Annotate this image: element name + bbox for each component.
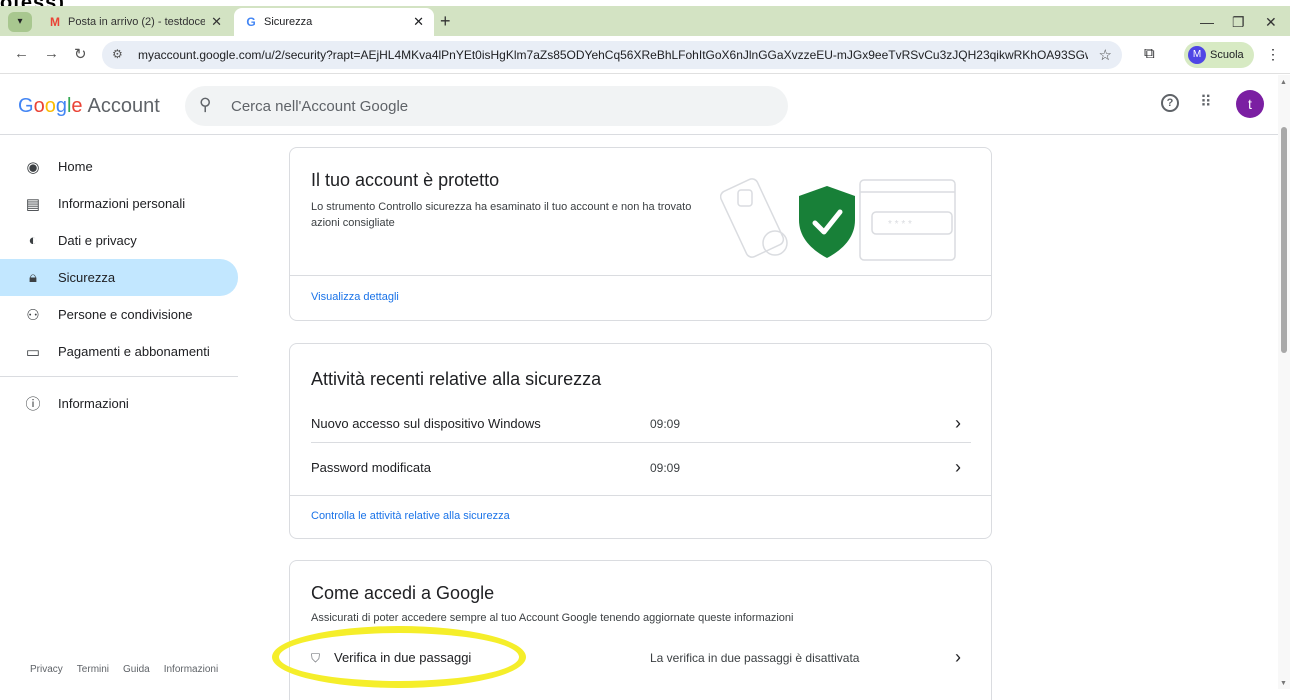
extensions-icon[interactable]: ⧉ [1144, 45, 1155, 62]
sidebar-item-label: Persone e condivisione [58, 307, 193, 322]
sidebar-item-personal-info[interactable]: ▤ Informazioni personali [0, 185, 240, 222]
google-account-header: GoogleAccount ⚲ ? ⠿ t [0, 75, 1278, 135]
tab-title: Sicurezza [264, 16, 313, 28]
people-icon: ⚇ [26, 306, 40, 324]
browser-menu-icon[interactable]: ⋮ [1266, 46, 1280, 63]
chevron-right-icon: › [955, 413, 961, 433]
card-divider [290, 275, 991, 276]
google-account-logo[interactable]: Google Account [18, 95, 160, 118]
sidebar-item-label: Dati e privacy [58, 233, 137, 248]
profile-avatar: M [1188, 46, 1206, 64]
close-tab-icon[interactable]: ✕ [413, 14, 424, 30]
shield-icon: ⛉ [311, 651, 321, 665]
profile-label: Scuola [1210, 49, 1244, 61]
page-scrollbar[interactable]: ▲ ▼ [1278, 75, 1290, 689]
footer-links: Privacy Termini Guida Informazioni [30, 664, 218, 675]
password-mask: * * * * [888, 219, 912, 230]
sidebar-item-security[interactable]: 🔒︎ Sicurezza [0, 259, 238, 296]
tab-search-button[interactable]: ▾ [8, 12, 32, 32]
google-apps-icon[interactable]: ⠿ [1200, 92, 1212, 112]
restore-icon[interactable]: ❐ [1232, 14, 1245, 31]
account-protected-card: Il tuo account è protetto Lo strumento C… [289, 147, 992, 321]
search-input[interactable] [231, 94, 771, 118]
search-icon: ⚲ [199, 95, 212, 114]
sidebar-item-label: Informazioni personali [58, 196, 186, 211]
sidebar-item-label: Home [58, 159, 93, 174]
scroll-down-icon[interactable]: ▼ [1280, 680, 1287, 687]
account-search[interactable]: ⚲ [185, 86, 788, 126]
two-step-label: Verifica in due passaggi [334, 650, 472, 665]
sidebar-item-payments[interactable]: ▭ Pagamenti e abbonamenti [0, 333, 240, 370]
card-divider [290, 495, 991, 496]
info-icon: ⓘ [25, 396, 41, 413]
browser-tab-strip: ▾ M Posta in arrivo (2) - testdocente ✕ … [0, 6, 1290, 36]
account-circle-icon: ◉ [26, 158, 40, 176]
new-tab-button[interactable]: + [440, 11, 451, 32]
sidebar-item-data-privacy[interactable]: ◐ Dati e privacy [0, 222, 240, 259]
sidebar-item-label: Pagamenti e abbonamenti [58, 344, 210, 359]
view-details-link[interactable]: Visualizza dettagli [311, 291, 399, 303]
sidebar-nav: ◉ Home ▤ Informazioni personali ◐ Dati e… [0, 148, 240, 422]
scrollbar-thumb[interactable] [1281, 127, 1287, 353]
help-icon[interactable]: ? [1161, 94, 1179, 112]
signin-methods-card: Come accedi a Google Assicurati di poter… [289, 560, 992, 700]
gmail-icon: M [50, 15, 60, 29]
profile-button[interactable]: M Scuola [1184, 42, 1254, 68]
bookmark-star-icon[interactable]: ☆ [1099, 46, 1112, 64]
phone-illustration-icon [720, 178, 788, 258]
two-step-verification-row[interactable]: ⛉ Verifica in due passaggi La verifica i… [290, 639, 991, 677]
sidebar-item-label: Informazioni [58, 396, 129, 411]
card-title: Il tuo account è protetto [311, 170, 500, 190]
chevron-right-icon: › [955, 647, 961, 667]
sidebar-item-people-sharing[interactable]: ⚇ Persone e condivisione [0, 296, 240, 333]
activity-row-new-signin[interactable]: Nuovo accesso sul dispositivo Windows 09… [290, 405, 991, 443]
avatar[interactable]: t [1236, 90, 1264, 118]
footer-link-info[interactable]: Informazioni [164, 664, 218, 675]
activity-time: 09:09 [650, 417, 681, 431]
close-tab-icon[interactable]: ✕ [211, 14, 222, 30]
address-bar[interactable]: ⚙ myaccount.google.com/u/2/security?rapt… [102, 41, 1122, 69]
id-card-icon: ▤ [25, 195, 41, 213]
forward-icon[interactable]: → [44, 45, 59, 62]
chevron-right-icon: › [955, 457, 961, 477]
close-window-icon[interactable]: ✕ [1265, 14, 1277, 31]
row-divider [311, 442, 971, 443]
card-description: Lo strumento Controllo sicurezza ha esam… [311, 201, 692, 229]
sidebar-item-home[interactable]: ◉ Home [0, 148, 240, 185]
footer-link-help[interactable]: Guida [123, 664, 150, 675]
sidebar-divider [0, 376, 238, 377]
toggle-icon: ◐ [28, 232, 38, 249]
card-description: Assicurati di poter accedere sempre al t… [311, 612, 794, 624]
activity-label: Password modificata [311, 460, 431, 475]
tab-sicurezza[interactable]: G Sicurezza ✕ [234, 8, 434, 36]
url-text[interactable]: myaccount.google.com/u/2/security?rapt=A… [138, 48, 1088, 62]
scroll-up-icon[interactable]: ▲ [1280, 79, 1287, 86]
credit-card-icon: ▭ [25, 343, 41, 361]
footer-link-terms[interactable]: Termini [77, 664, 109, 675]
recent-activity-card: Attività recenti relative alla sicurezza… [289, 343, 992, 539]
back-icon[interactable]: ← [14, 45, 29, 62]
sidebar-item-label: Sicurezza [58, 270, 116, 285]
reload-icon[interactable]: ↻ [74, 45, 87, 63]
activity-time: 09:09 [650, 461, 681, 475]
minimize-icon[interactable]: — [1200, 14, 1214, 30]
google-icon: G [246, 15, 256, 29]
security-illustration: * * * * [720, 178, 956, 261]
two-step-status: La verifica in due passaggi è disattivat… [650, 651, 860, 665]
footer-link-privacy[interactable]: Privacy [30, 664, 63, 675]
card-title: Come accedi a Google [311, 583, 495, 603]
card-title: Attività recenti relative alla sicurezza [311, 369, 602, 389]
browser-toolbar: ← → ↻ ⚙ myaccount.google.com/u/2/securit… [0, 36, 1290, 74]
tab-gmail[interactable]: M Posta in arrivo (2) - testdocente ✕ [38, 8, 232, 36]
sidebar-item-info[interactable]: ⓘ Informazioni [0, 385, 240, 422]
shield-check-icon [799, 186, 855, 258]
activity-label: Nuovo accesso sul dispositivo Windows [311, 416, 541, 431]
review-security-activity-link[interactable]: Controlla le attività relative alla sicu… [311, 510, 510, 522]
tab-title: Posta in arrivo (2) - testdocente [68, 16, 206, 28]
lock-icon: 🔒︎ [29, 269, 37, 286]
activity-row-password-changed[interactable]: Password modificata 09:09 › [290, 449, 991, 487]
site-info-icon[interactable]: ⚙ [112, 47, 123, 61]
